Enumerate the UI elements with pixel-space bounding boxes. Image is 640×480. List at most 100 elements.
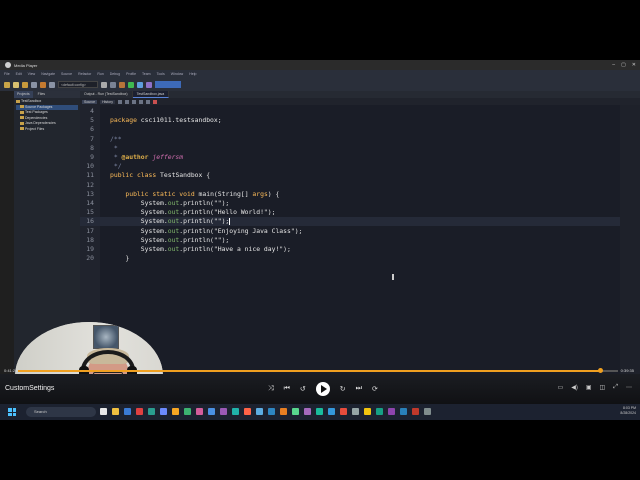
menu-window[interactable]: Window (171, 72, 183, 76)
find-icon[interactable] (131, 99, 136, 104)
config-combo[interactable]: <default config> (58, 81, 98, 88)
tree-item-project-files[interactable]: Project Files (16, 127, 78, 133)
menu-file[interactable]: File (4, 72, 10, 76)
rewind-icon[interactable]: ↺ (300, 385, 306, 393)
undo-icon[interactable] (40, 81, 46, 88)
build-icon[interactable] (119, 81, 125, 88)
taskbar-app-icon[interactable] (172, 408, 179, 415)
menu-refactor[interactable]: Refactor (78, 72, 91, 76)
record-macro-icon[interactable] (152, 99, 157, 104)
new-file-icon[interactable] (13, 81, 19, 88)
taskbar-app-icon[interactable] (292, 408, 299, 415)
menu-profile[interactable]: Profile (126, 72, 136, 76)
source-button[interactable]: Source (82, 99, 98, 104)
shuffle-icon[interactable]: ⤨ (268, 385, 274, 393)
tab-output[interactable]: Output - Run (TestSandbox) (80, 91, 133, 98)
taskbar-app-icon[interactable] (304, 408, 311, 415)
next-icon[interactable]: ⏭ (356, 385, 362, 393)
code-line[interactable]: 7/** (80, 135, 620, 144)
memory-indicator[interactable] (155, 81, 181, 88)
menu-navigate[interactable]: Navigate (41, 72, 55, 76)
taskbar-app-icon[interactable] (376, 408, 383, 415)
new-project-icon[interactable] (4, 81, 10, 88)
code-line[interactable]: 6 (80, 125, 620, 134)
cast-icon[interactable]: ▣ (586, 384, 592, 391)
code-line[interactable]: 5 package csci1011.testsandbox; (80, 116, 620, 125)
menu-view[interactable]: View (28, 72, 36, 76)
code-line[interactable]: 11 public class TestSandbox { (80, 171, 620, 180)
taskbar-app-icon[interactable] (208, 408, 215, 415)
captions-icon[interactable]: ▭ (558, 384, 564, 391)
taskbar-app-icon[interactable] (280, 408, 287, 415)
run-icon[interactable] (128, 81, 134, 88)
forward-icon[interactable] (124, 99, 129, 104)
play-button[interactable] (315, 382, 330, 396)
volume-icon[interactable]: ◀) (571, 384, 578, 391)
taskbar-app-icon[interactable] (100, 408, 107, 415)
taskbar-app-icon[interactable] (112, 408, 119, 415)
back-icon[interactable] (117, 99, 122, 104)
taskbar-app-icon[interactable] (184, 408, 191, 415)
menu-debug[interactable]: Debug (110, 72, 120, 76)
taskbar-app-icon[interactable] (268, 408, 275, 415)
debug-icon[interactable] (137, 81, 143, 88)
taskbar-app-icon[interactable] (340, 408, 347, 415)
comment-icon[interactable] (145, 99, 150, 104)
tab-files[interactable]: Files (35, 91, 48, 98)
fullscreen-icon[interactable]: ⤢ (613, 384, 618, 391)
code-line[interactable]: 8 * (80, 144, 620, 153)
taskbar-app-icon[interactable] (160, 408, 167, 415)
taskbar-app-icon[interactable] (364, 408, 371, 415)
taskbar-app-icon[interactable] (388, 408, 395, 415)
minimize-icon[interactable]: – (612, 62, 615, 68)
taskbar-app-icon[interactable] (352, 408, 359, 415)
code-line[interactable]: 13 public static void main(String[] args… (80, 190, 620, 199)
repeat-icon[interactable]: ⟳ (372, 385, 378, 393)
settings-icon[interactable] (101, 81, 107, 88)
taskbar-app-icon[interactable] (424, 408, 431, 415)
taskbar-app-icon[interactable] (148, 408, 155, 415)
menu-help[interactable]: Help (189, 72, 196, 76)
code-line[interactable]: 20 } (80, 254, 620, 263)
bookmark-icon[interactable] (138, 99, 143, 104)
tab-projects[interactable]: Projects (14, 91, 33, 98)
taskbar-app-icon[interactable] (220, 408, 227, 415)
taskbar-app-icon[interactable] (316, 408, 323, 415)
menu-team[interactable]: Team (142, 72, 151, 76)
taskbar-app-icon[interactable] (244, 408, 251, 415)
code-line[interactable]: 19 System.out.println("Have a nice day!"… (80, 245, 620, 254)
profile-icon[interactable] (146, 81, 152, 88)
windows-start-icon[interactable] (8, 408, 16, 416)
code-line[interactable]: 17 System.out.println("Enjoying Java Cla… (80, 227, 620, 236)
menu-tools[interactable]: Tools (157, 72, 165, 76)
maximize-icon[interactable]: ▢ (621, 62, 626, 68)
history-button[interactable]: History (100, 99, 115, 104)
taskbar-app-icon[interactable] (400, 408, 407, 415)
code-line[interactable]: 12 (80, 181, 620, 190)
more-options-icon[interactable]: ⋯ (626, 384, 632, 391)
code-line[interactable]: 18 System.out.println(""); (80, 236, 620, 245)
system-tray-clock[interactable]: 8:03 PM 8/28/2024 (620, 406, 636, 416)
menu-source[interactable]: Source (61, 72, 72, 76)
code-line[interactable]: 14 System.out.println(""); (80, 199, 620, 208)
menu-edit[interactable]: Edit (16, 72, 22, 76)
editor-scrollbar[interactable] (620, 105, 640, 395)
forward-icon[interactable]: ↻ (340, 385, 346, 393)
tab-testsandbox-java[interactable]: TestSandbox.java (132, 91, 170, 98)
taskbar-app-icon[interactable] (232, 408, 239, 415)
taskbar-app-icon[interactable] (136, 408, 143, 415)
clean-build-icon[interactable] (110, 81, 116, 88)
miniplayer-icon[interactable]: ◫ (600, 384, 606, 391)
code-line[interactable]: 15 System.out.println("Hello World!"); (80, 208, 620, 217)
code-line[interactable]: 16 System.out.println(""); (80, 217, 620, 227)
close-icon[interactable]: ✕ (632, 62, 636, 68)
redo-icon[interactable] (49, 81, 55, 88)
taskbar-search[interactable]: Search (26, 407, 96, 417)
code-line[interactable]: 10 */ (80, 162, 620, 171)
menu-run[interactable]: Run (97, 72, 103, 76)
taskbar-app-icon[interactable] (256, 408, 263, 415)
taskbar-app-icon[interactable] (196, 408, 203, 415)
open-project-icon[interactable] (22, 81, 28, 88)
code-line[interactable]: 9 * @author jeffersm (80, 153, 620, 162)
taskbar-app-icon[interactable] (412, 408, 419, 415)
